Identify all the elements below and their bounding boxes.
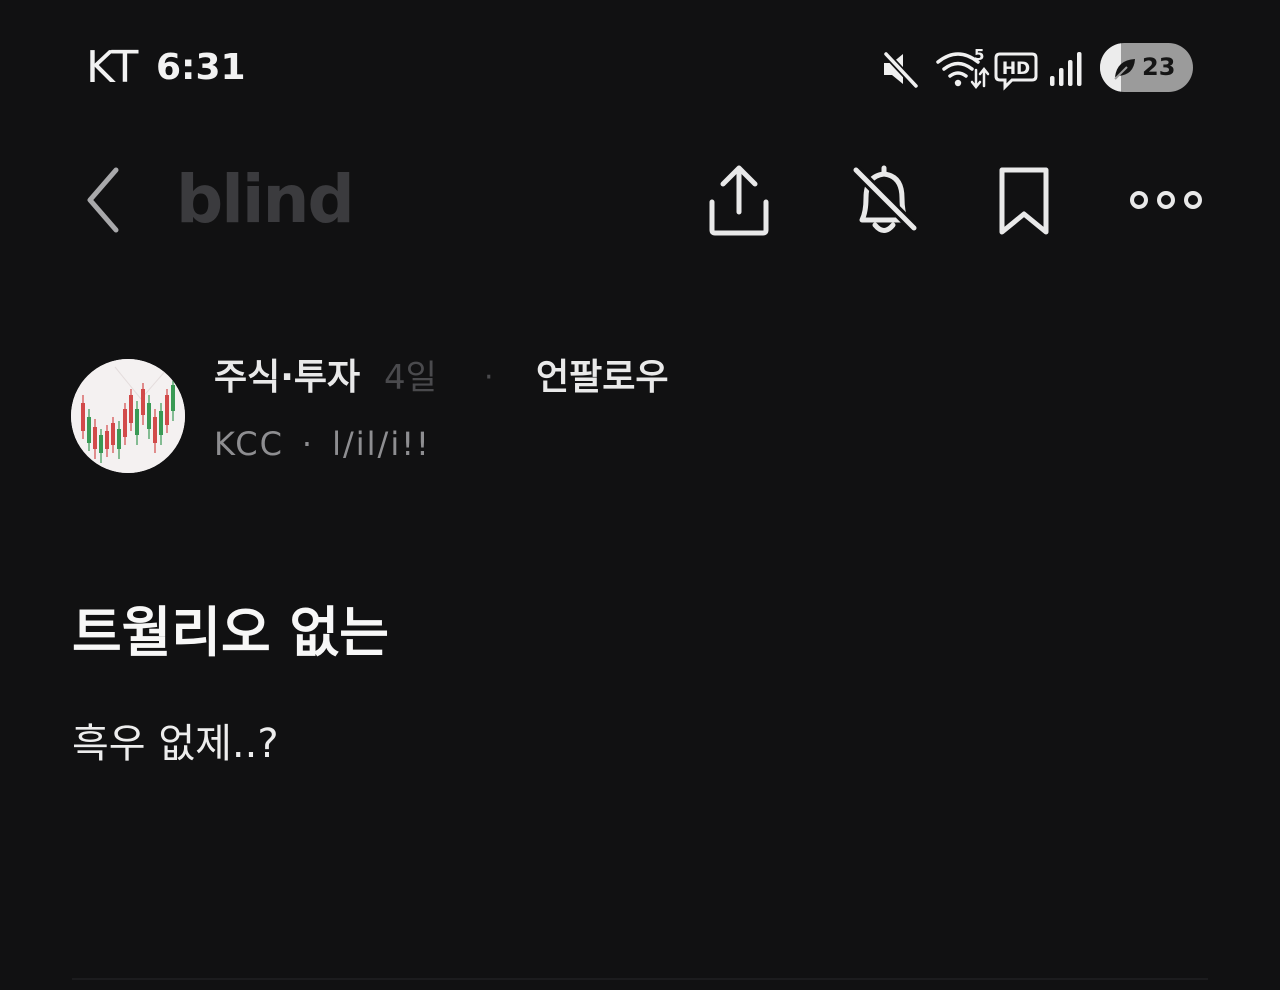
author-nickname[interactable]: l/il/i!! (332, 425, 431, 463)
hd-label: HD (1002, 59, 1030, 79)
bookmark-icon[interactable] (994, 162, 1054, 238)
blind-logo[interactable]: blind (176, 162, 355, 238)
signal-icon (1050, 52, 1082, 86)
post-detail-screen: KT 6:31 5 HD 23 blind 주식·투자 4일 · 언팔로우 KC… (0, 0, 1280, 990)
battery-label: 23 (1142, 53, 1176, 81)
app-bar: blind (0, 140, 1280, 260)
unfollow-button[interactable]: 언팔로우 (536, 354, 668, 402)
back-icon[interactable] (78, 162, 128, 238)
board-category[interactable]: 주식·투자 (214, 354, 360, 402)
power-saving-leaf-icon (1114, 59, 1135, 80)
content-divider (72, 978, 1208, 980)
carrier-label: KT (86, 42, 139, 93)
share-icon[interactable] (704, 162, 774, 238)
clock: 6:31 (156, 47, 246, 88)
more-icon[interactable] (1126, 176, 1206, 224)
hd-voice-icon: HD (994, 52, 1038, 91)
battery-indicator: 23 (1100, 43, 1193, 92)
post-time: 4일 (384, 358, 437, 398)
candlestick-chart-avatar-image (71, 359, 185, 473)
author-company[interactable]: KCC (214, 425, 284, 463)
author-separator: · (301, 425, 315, 463)
post-body: 흑우 없제..? (72, 721, 279, 767)
wifi-icon: 5 (936, 46, 990, 90)
notifications-off-icon[interactable] (846, 162, 922, 238)
wifi-generation: 5 (974, 46, 984, 64)
meta-separator: · (484, 360, 494, 395)
mute-icon (883, 51, 919, 89)
author-info: KCC · l/il/i!! (214, 420, 431, 468)
status-bar: KT 6:31 5 HD 23 (0, 0, 1280, 130)
post-title: 트월리오 없는 (72, 601, 389, 664)
author-avatar[interactable] (71, 359, 185, 473)
